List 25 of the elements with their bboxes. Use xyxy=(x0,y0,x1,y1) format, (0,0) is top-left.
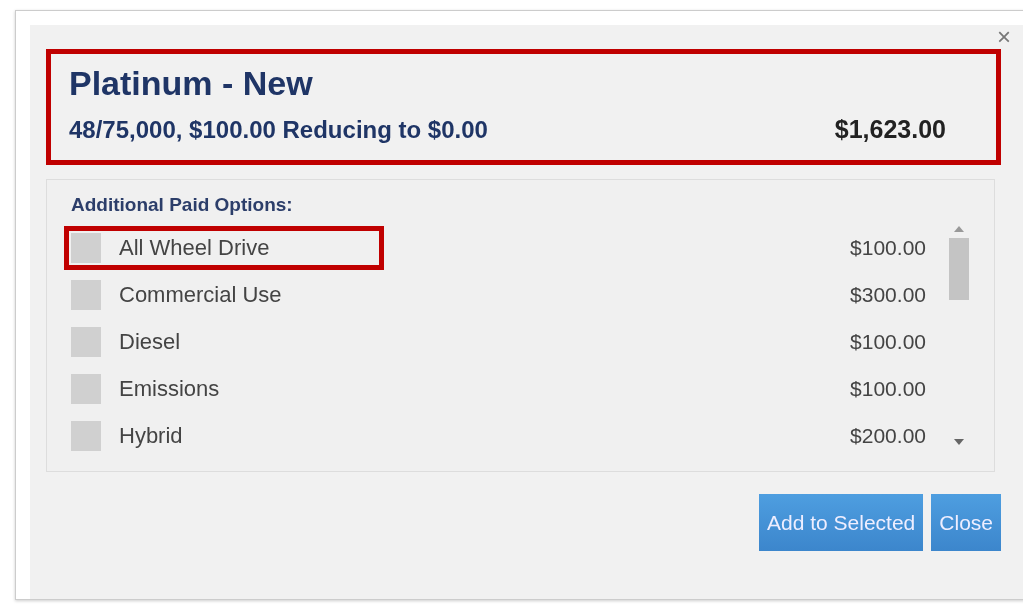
option-name: Emissions xyxy=(119,375,220,402)
option-price: $100.00 xyxy=(850,329,926,354)
plan-price: $1,623.00 xyxy=(834,115,946,144)
options-label: Additional Paid Options: xyxy=(71,194,294,216)
option-price: $300.00 xyxy=(850,282,926,307)
checkbox[interactable] xyxy=(71,420,101,451)
option-name: All Wheel Drive xyxy=(119,234,270,261)
option-name: Hybrid xyxy=(119,422,183,449)
scroll-up-icon[interactable] xyxy=(954,226,964,232)
checkbox[interactable] xyxy=(71,232,101,263)
dialog-button[interactable]: Close xyxy=(931,494,1001,551)
option-name: Commercial Use xyxy=(119,281,282,308)
scrollbar-thumb[interactable] xyxy=(949,238,969,300)
plan-title: Platinum - New xyxy=(69,64,314,103)
checkbox[interactable] xyxy=(71,373,101,404)
plan-terms: 48/75,000, $100.00 Reducing to $0.00 xyxy=(69,116,488,144)
close-button[interactable]: × xyxy=(993,25,1015,49)
option-name: Diesel xyxy=(119,328,181,355)
checkbox[interactable] xyxy=(71,326,101,357)
option-price: $200.00 xyxy=(850,423,926,448)
checkbox[interactable] xyxy=(71,279,101,310)
option-price: $100.00 xyxy=(850,376,926,401)
dialog-button[interactable]: Add to Selected xyxy=(759,494,924,551)
option-price: $100.00 xyxy=(850,235,926,260)
scroll-down-icon[interactable] xyxy=(954,439,964,445)
